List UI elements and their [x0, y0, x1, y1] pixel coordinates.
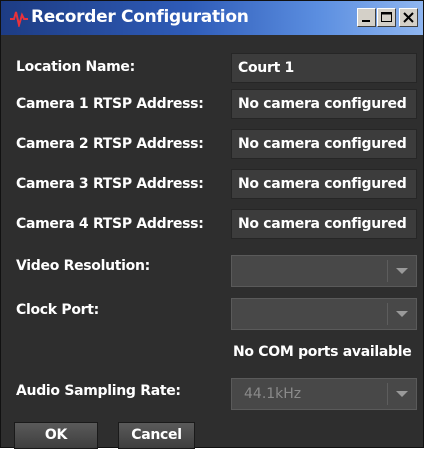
- camera-1-address-input[interactable]: No camera configured: [231, 89, 417, 119]
- maximize-button[interactable]: [377, 8, 396, 27]
- recorder-configuration-window: Recorder Configuration Location Name: Co…: [0, 0, 424, 449]
- minimize-button[interactable]: [357, 8, 376, 27]
- select-divider: [387, 383, 388, 405]
- close-icon: [403, 12, 414, 23]
- com-ports-status: No COM ports available: [233, 344, 412, 360]
- app-waveform-icon: [9, 9, 29, 29]
- camera-3-label: Camera 3 RTSP Address:: [16, 176, 204, 192]
- clock-port-select[interactable]: [231, 298, 417, 330]
- cancel-button[interactable]: Cancel: [118, 422, 195, 449]
- select-divider: [387, 303, 388, 325]
- window-title: Recorder Configuration: [31, 7, 249, 27]
- camera-1-label: Camera 1 RTSP Address:: [16, 96, 204, 112]
- select-divider: [387, 260, 388, 282]
- video-resolution-label: Video Resolution:: [16, 258, 150, 274]
- camera-2-address-input[interactable]: No camera configured: [231, 129, 417, 159]
- location-name-label: Location Name:: [16, 59, 135, 75]
- maximize-icon: [381, 12, 392, 22]
- camera-4-address-input[interactable]: No camera configured: [231, 209, 417, 239]
- chevron-down-icon: [396, 391, 408, 397]
- title-bar[interactable]: Recorder Configuration: [1, 1, 423, 35]
- clock-port-label: Clock Port:: [16, 302, 99, 318]
- video-resolution-select[interactable]: [231, 255, 417, 287]
- camera-2-label: Camera 2 RTSP Address:: [16, 136, 204, 152]
- audio-sampling-rate-select[interactable]: 44.1kHz: [231, 378, 417, 410]
- chevron-down-icon: [396, 311, 408, 317]
- minimize-icon: [362, 20, 370, 22]
- ok-button[interactable]: OK: [14, 422, 98, 449]
- chevron-down-icon: [396, 268, 408, 274]
- camera-4-label: Camera 4 RTSP Address:: [16, 216, 204, 232]
- audio-sampling-rate-value: 44.1kHz: [244, 386, 302, 402]
- audio-sampling-rate-label: Audio Sampling Rate:: [16, 383, 181, 399]
- location-name-input[interactable]: Court 1: [231, 53, 417, 83]
- close-button[interactable]: [399, 8, 418, 27]
- camera-3-address-input[interactable]: No camera configured: [231, 169, 417, 199]
